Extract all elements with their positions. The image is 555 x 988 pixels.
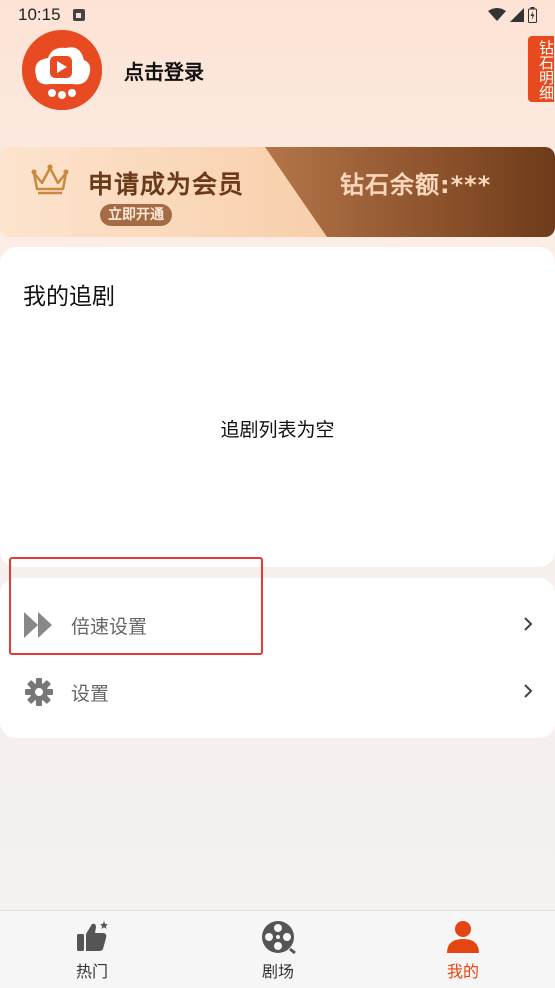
wifi-icon: [488, 8, 506, 21]
highlight-box: [9, 557, 263, 655]
member-banner[interactable]: 申请成为会员 立即开通 钻石余额:*** 充值: [0, 147, 555, 237]
nav-label-mine: 我的: [446, 962, 479, 981]
crown-icon: [31, 164, 69, 195]
diamond-detail-button[interactable]: 钻石明细: [528, 36, 555, 102]
status-time: 10:15: [18, 5, 61, 24]
empty-state-text: 追剧列表为空: [220, 419, 335, 441]
chevron-right-icon: [523, 613, 533, 637]
status-icons: [488, 7, 537, 23]
open-membership-button[interactable]: 立即开通: [100, 204, 172, 226]
nav-label-hot: 热门: [75, 962, 108, 981]
settings-label: 设置: [71, 682, 110, 705]
nav-item-mine[interactable]: 我的: [413, 919, 513, 982]
nav-item-hot[interactable]: 热门: [42, 919, 142, 982]
person-icon: [447, 921, 479, 953]
avatar[interactable]: [22, 30, 102, 110]
signal-icon: [510, 8, 524, 22]
nav-item-theater[interactable]: 剧场: [228, 919, 328, 982]
follow-list-card: 我的追剧 追剧列表为空: [0, 247, 555, 567]
film-reel-icon: [262, 921, 296, 955]
member-title: 申请成为会员: [88, 170, 245, 199]
follow-list-title: 我的追剧: [23, 284, 115, 310]
diamond-balance: 钻石余额:***: [340, 171, 492, 199]
nav-label-theater: 剧场: [261, 962, 294, 981]
bottom-nav: 热门 剧场 我的: [0, 910, 555, 988]
status-bar: 10:15: [0, 0, 555, 30]
thumbs-up-icon: [77, 921, 108, 951]
gear-icon: [24, 677, 54, 707]
chevron-right-icon: [523, 680, 533, 704]
notification-icon: [72, 9, 85, 21]
battery-icon: [528, 7, 537, 23]
login-link[interactable]: 点击登录: [124, 56, 204, 85]
settings-row[interactable]: 设置: [0, 662, 555, 722]
app-logo-icon: [22, 30, 102, 110]
